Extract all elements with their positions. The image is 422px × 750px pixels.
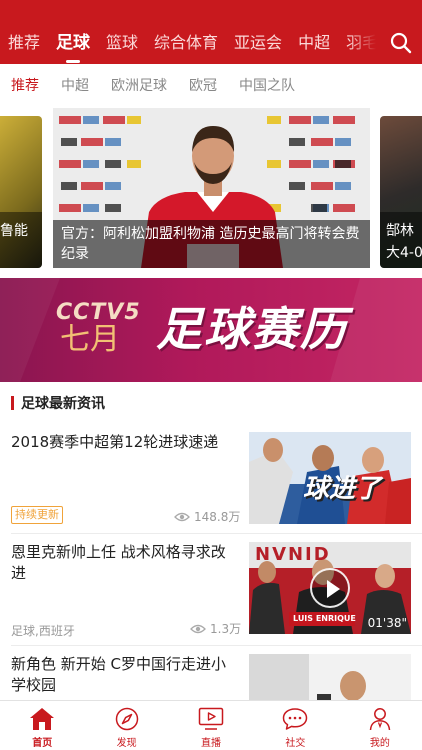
view-count: 1.3万 — [190, 620, 241, 637]
compass-icon — [115, 707, 138, 731]
tab-football[interactable]: 足球 — [48, 29, 98, 63]
carousel-slide-current[interactable]: 官方：阿利松加盟利物浦 造历史最高门将转会费纪录 — [53, 108, 370, 268]
tab-social[interactable]: 社交 — [253, 701, 337, 750]
tab-label: 直播 — [201, 738, 222, 749]
tab-live[interactable]: 直播 — [169, 701, 253, 750]
chat-bubble-icon — [283, 708, 308, 730]
live-update-tag: 持续更新 — [11, 506, 63, 524]
carousel-slide-caption: 官方：阿利松加盟利物浦 造历史最高门将转会费纪录 — [53, 220, 370, 268]
tv-play-icon — [198, 707, 224, 730]
subtab-ucl[interactable]: 欧冠 — [178, 64, 228, 108]
news-tag: 持续更新 — [11, 506, 63, 524]
carousel-slide-caption: 鲁能 — [0, 212, 42, 268]
news-item[interactable]: 2018赛季中超第12轮进球速递 持续更新 148.8万 球进了 — [0, 424, 422, 534]
section-accent-bar — [11, 396, 14, 410]
subtab-recommend[interactable]: 推荐 — [0, 64, 50, 108]
search-button[interactable] — [380, 26, 422, 60]
news-title: 新角色 新开始 C罗中国行走进小学校园 — [11, 655, 227, 694]
news-thumbnail[interactable]: NVNID LUIS ENRIQUE 01'38" — [249, 542, 411, 634]
play-icon[interactable] — [310, 568, 350, 608]
thumbnail-caption: 球进了 — [303, 474, 382, 504]
eye-icon — [174, 512, 190, 521]
banner-title: 足球赛历 — [156, 302, 348, 356]
tab-label: 首页 — [32, 738, 53, 749]
sub-nav: 推荐 中超 欧洲足球 欧冠 中国之队 — [0, 64, 422, 108]
carousel-slide-caption: 郜林 大4-0 — [380, 212, 422, 268]
news-item[interactable]: 新角色 新开始 C罗中国行走进小学校园 — [0, 646, 422, 700]
top-nav: 推荐 足球 篮球 综合体育 亚运会 中超 羽毛 — [0, 0, 422, 64]
news-thumbnail: 球进了 — [249, 432, 411, 524]
tab-profile[interactable]: 我的 — [338, 701, 422, 750]
tab-basketball[interactable]: 篮球 — [98, 29, 146, 57]
tab-discover[interactable]: 发现 — [84, 701, 168, 750]
news-thumbnail — [249, 654, 411, 700]
view-count-value: 148.8万 — [194, 510, 241, 524]
thumbnail-backdrop-text: NVNID — [255, 544, 331, 565]
tab-label: 社交 — [285, 738, 306, 749]
subtab-china-team[interactable]: 中国之队 — [228, 64, 306, 108]
news-source: 足球,西班牙 — [11, 624, 75, 638]
section-title: 足球最新资讯 — [21, 396, 105, 412]
view-count: 148.8万 — [174, 508, 240, 525]
bottom-tab-bar: 首页 发现 直播 社交 我的 — [0, 700, 422, 750]
tab-csl[interactable]: 中超 — [290, 29, 338, 57]
tab-asian-games[interactable]: 亚运会 — [226, 29, 290, 57]
headline-carousel: 鲁能 官方：阿利松加盟利物浦 造历史最高门将转会费纪录 郜林 大4-0 — [0, 108, 422, 268]
fixtures-banner[interactable]: CCTV5 七月 足球赛历 — [0, 278, 422, 382]
news-item[interactable]: 恩里克新帅上任 战术风格寻求改进 足球,西班牙 1.3万 NVNID LUIS … — [0, 534, 422, 646]
tab-label: 发现 — [116, 738, 137, 749]
video-duration: 01'38" — [367, 616, 407, 630]
thumbnail-caption: LUIS ENRIQUE — [293, 614, 356, 623]
channel-tabs: 推荐 足球 篮球 综合体育 亚运会 中超 羽毛 — [0, 28, 386, 63]
search-icon — [390, 32, 412, 54]
banner-month: 七月 — [60, 322, 120, 357]
carousel-slide-next[interactable]: 郜林 大4-0 — [380, 116, 422, 268]
section-header: 足球最新资讯 — [0, 382, 422, 424]
subtab-european-football[interactable]: 欧洲足球 — [100, 64, 178, 108]
tab-multi-sports[interactable]: 综合体育 — [146, 29, 226, 57]
tab-label: 我的 — [369, 738, 390, 749]
view-count-value: 1.3万 — [210, 622, 242, 636]
news-title: 2018赛季中超第12轮进球速递 — [11, 433, 219, 451]
tab-home[interactable]: 首页 — [0, 701, 84, 750]
subtab-csl[interactable]: 中超 — [50, 64, 100, 108]
home-icon — [30, 708, 55, 730]
thumbnail-image — [249, 654, 411, 700]
tab-recommend[interactable]: 推荐 — [0, 29, 48, 57]
eye-icon — [190, 624, 206, 633]
user-icon — [369, 708, 391, 731]
carousel-slide-prev[interactable]: 鲁能 — [0, 116, 42, 268]
news-title: 恩里克新帅上任 战术风格寻求改进 — [11, 543, 226, 582]
